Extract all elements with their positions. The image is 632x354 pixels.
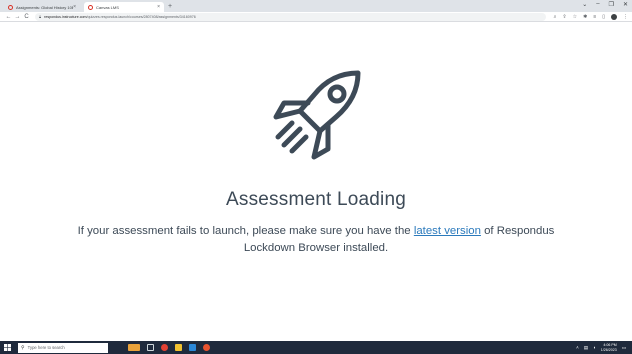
firefox-icon[interactable] <box>203 344 210 351</box>
clock-date: 1/26/2023 <box>600 347 617 352</box>
tab-close-button[interactable]: × <box>73 4 76 10</box>
weather-widget-icon[interactable] <box>128 344 140 351</box>
tab-title: Assignments: Global History 10B <box>16 4 74 10</box>
notifications-icon[interactable]: ▭ <box>622 345 626 351</box>
reading-list-icon[interactable]: ≡ <box>593 14 596 20</box>
taskbar-search-box[interactable]: ⚲ Type here to search <box>18 342 108 353</box>
forward-icon[interactable]: → <box>13 14 22 20</box>
rocket-icon <box>273 70 361 160</box>
zoom-icon[interactable]: ⌕ <box>554 14 557 20</box>
close-window-button[interactable]: ✕ <box>623 1 628 8</box>
network-icon[interactable]: ▤ <box>584 345 588 351</box>
share-icon[interactable]: ⇪ <box>562 14 566 20</box>
reload-icon[interactable]: C <box>22 14 31 20</box>
browser-window: Assignments: Global History 10B × Canvas… <box>0 0 632 354</box>
browser-toolbar: ← → C 🔒︎ respondus.instructure.com /quiz… <box>0 12 632 22</box>
tab-title: Canvas LMS <box>96 4 119 10</box>
window-controls: ⌄ – ❐ ✕ <box>582 1 628 8</box>
chevron-up-icon[interactable]: ˄ <box>576 345 579 350</box>
bookmark-star-icon[interactable]: ☆ <box>573 14 577 20</box>
volume-icon[interactable]: ◖ <box>593 345 596 350</box>
taskbar: ⚲ Type here to search ˄ ▤ ◖ 4:06 PM 1/26… <box>0 341 632 354</box>
task-view-icon[interactable] <box>147 344 154 351</box>
file-explorer-icon[interactable] <box>175 344 182 351</box>
message-text: If your assessment fails to launch, plea… <box>77 225 414 237</box>
sidebar-icon[interactable]: ▯ <box>602 14 605 20</box>
url-domain: respondus.instructure.com <box>44 14 87 19</box>
taskbar-clock[interactable]: 4:06 PM 1/26/2023 <box>601 343 617 352</box>
canvas-icon <box>8 4 13 10</box>
tab-canvas-lms[interactable]: Canvas LMS × <box>84 2 164 12</box>
address-bar[interactable]: 🔒︎ respondus.instructure.com /quizzes.re… <box>35 12 546 21</box>
url-path: /quizzes.respondus.launch/courses/280740… <box>86 14 196 19</box>
lock-icon: 🔒︎ <box>39 14 42 19</box>
restore-button[interactable]: ❐ <box>609 1 614 8</box>
tab-close-button[interactable]: × <box>157 4 160 10</box>
latest-version-link[interactable]: latest version <box>414 225 481 237</box>
tab-assignments[interactable]: Assignments: Global History 10B × <box>4 2 80 12</box>
page-title: Assessment Loading <box>226 189 406 210</box>
edge-icon[interactable] <box>189 344 196 351</box>
launch-message: If your assessment fails to launch, plea… <box>60 223 572 257</box>
new-tab-button[interactable]: + <box>168 2 172 12</box>
menu-icon[interactable]: ⋮ <box>623 14 628 20</box>
system-tray: ˄ ▤ ◖ 4:06 PM 1/26/2023 ▭ <box>576 341 626 354</box>
pinned-apps <box>128 344 210 351</box>
back-icon[interactable]: ← <box>4 14 13 20</box>
minimize-button[interactable]: – <box>596 1 599 8</box>
chrome-icon[interactable] <box>161 344 168 351</box>
extensions-icon[interactable]: ✱ <box>583 14 587 20</box>
search-placeholder: Type here to search <box>27 345 65 350</box>
search-icon: ⚲ <box>21 344 25 351</box>
windows-logo-icon <box>3 344 11 351</box>
canvas-icon <box>88 4 93 10</box>
tab-strip: Assignments: Global History 10B × Canvas… <box>0 0 632 12</box>
tab-search-button[interactable]: ⌄ <box>582 1 587 8</box>
page-content: Assessment Loading If your assessment fa… <box>0 23 632 341</box>
windows-start-button[interactable] <box>0 341 14 354</box>
profile-avatar[interactable] <box>611 13 617 20</box>
toolbar-icons: ⌕ ⇪ ☆ ✱ ≡ ▯ ⋮ <box>554 13 628 20</box>
